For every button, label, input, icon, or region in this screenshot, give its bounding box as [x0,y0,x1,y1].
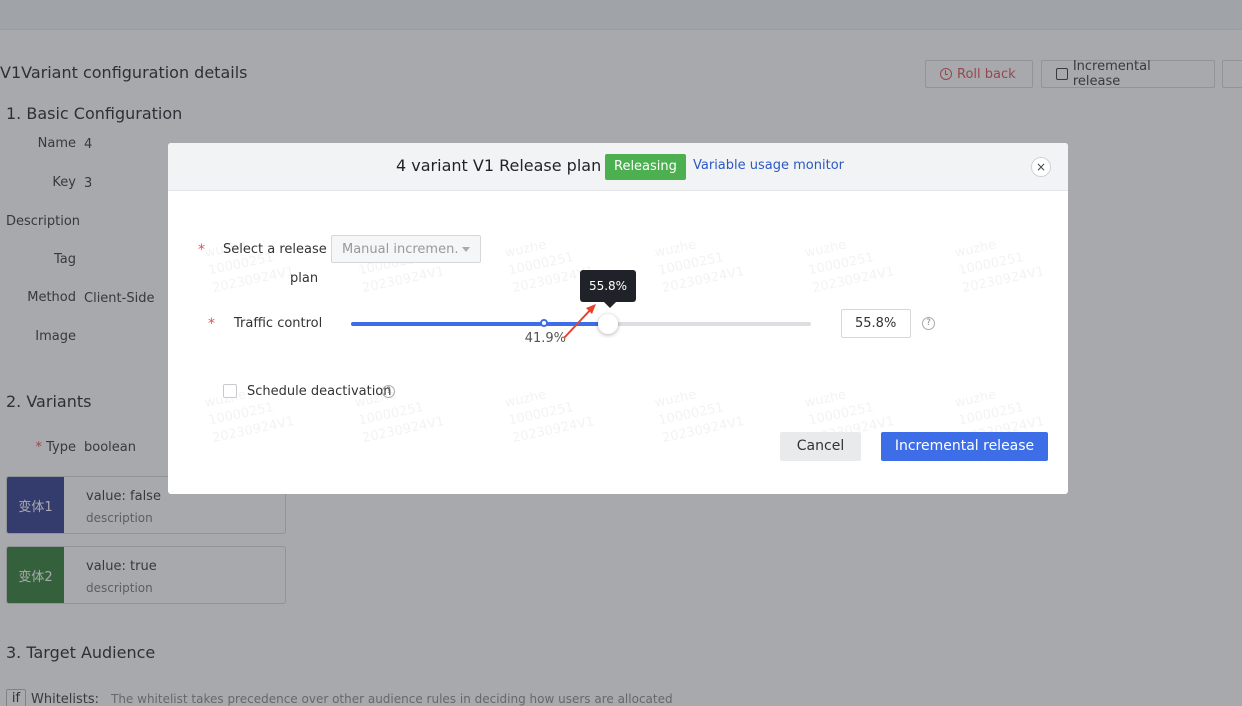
variable-usage-monitor-link[interactable]: Variable usage monitor [693,158,844,173]
chevron-down-icon [462,246,470,252]
release-plan-select[interactable]: Manual incremen. [331,235,481,263]
annotation-arrow-head [586,304,596,314]
release-plan-value: Manual incremen. [342,241,459,257]
help-icon[interactable]: ? [922,317,935,330]
help-icon[interactable]: ? [382,385,395,398]
slider-tooltip: 55.8% [580,270,636,302]
watermark-text: wuzhe 10000251 20230924V1 [203,237,296,297]
previous-traffic-marker [539,319,548,327]
required-mark: * [208,316,215,332]
watermark-text: wuzhe 10000251 20230924V1 [803,237,896,297]
traffic-slider-handle[interactable] [597,314,618,334]
incremental-release-button[interactable]: Incremental release [881,432,1048,461]
schedule-deactivation-label: Schedule deactivation [247,384,392,399]
dialog-header: 4 variant V1 Release plan Releasing Vari… [168,143,1068,191]
tooltip-arrow [604,302,616,308]
dialog-title: 4 variant V1 Release plan [396,156,602,175]
traffic-percent-input[interactable]: 55.8% [841,309,911,338]
traffic-slider-track[interactable] [351,322,811,326]
traffic-control-label: Traffic control [234,316,323,331]
cancel-button[interactable]: Cancel [780,432,861,461]
watermark-text: wuzhe 10000251 20230924V1 [503,387,596,447]
required-mark: * [198,242,205,258]
release-plan-label: Select a release [223,242,327,257]
schedule-deactivation-checkbox[interactable] [223,384,237,398]
release-plan-dialog: 4 variant V1 Release plan Releasing Vari… [168,143,1068,494]
previous-traffic-label: 41.9% [524,331,567,346]
close-icon[interactable]: × [1031,157,1051,177]
status-badge: Releasing [605,154,686,180]
watermark-text: wuzhe 10000251 20230924V1 [653,387,746,447]
traffic-slider-fill [351,322,608,326]
release-plan-label-cont: plan [290,271,319,286]
watermark-text: wuzhe 10000251 20230924V1 [653,237,746,297]
watermark-text: wuzhe 10000251 20230924V1 [953,237,1046,297]
